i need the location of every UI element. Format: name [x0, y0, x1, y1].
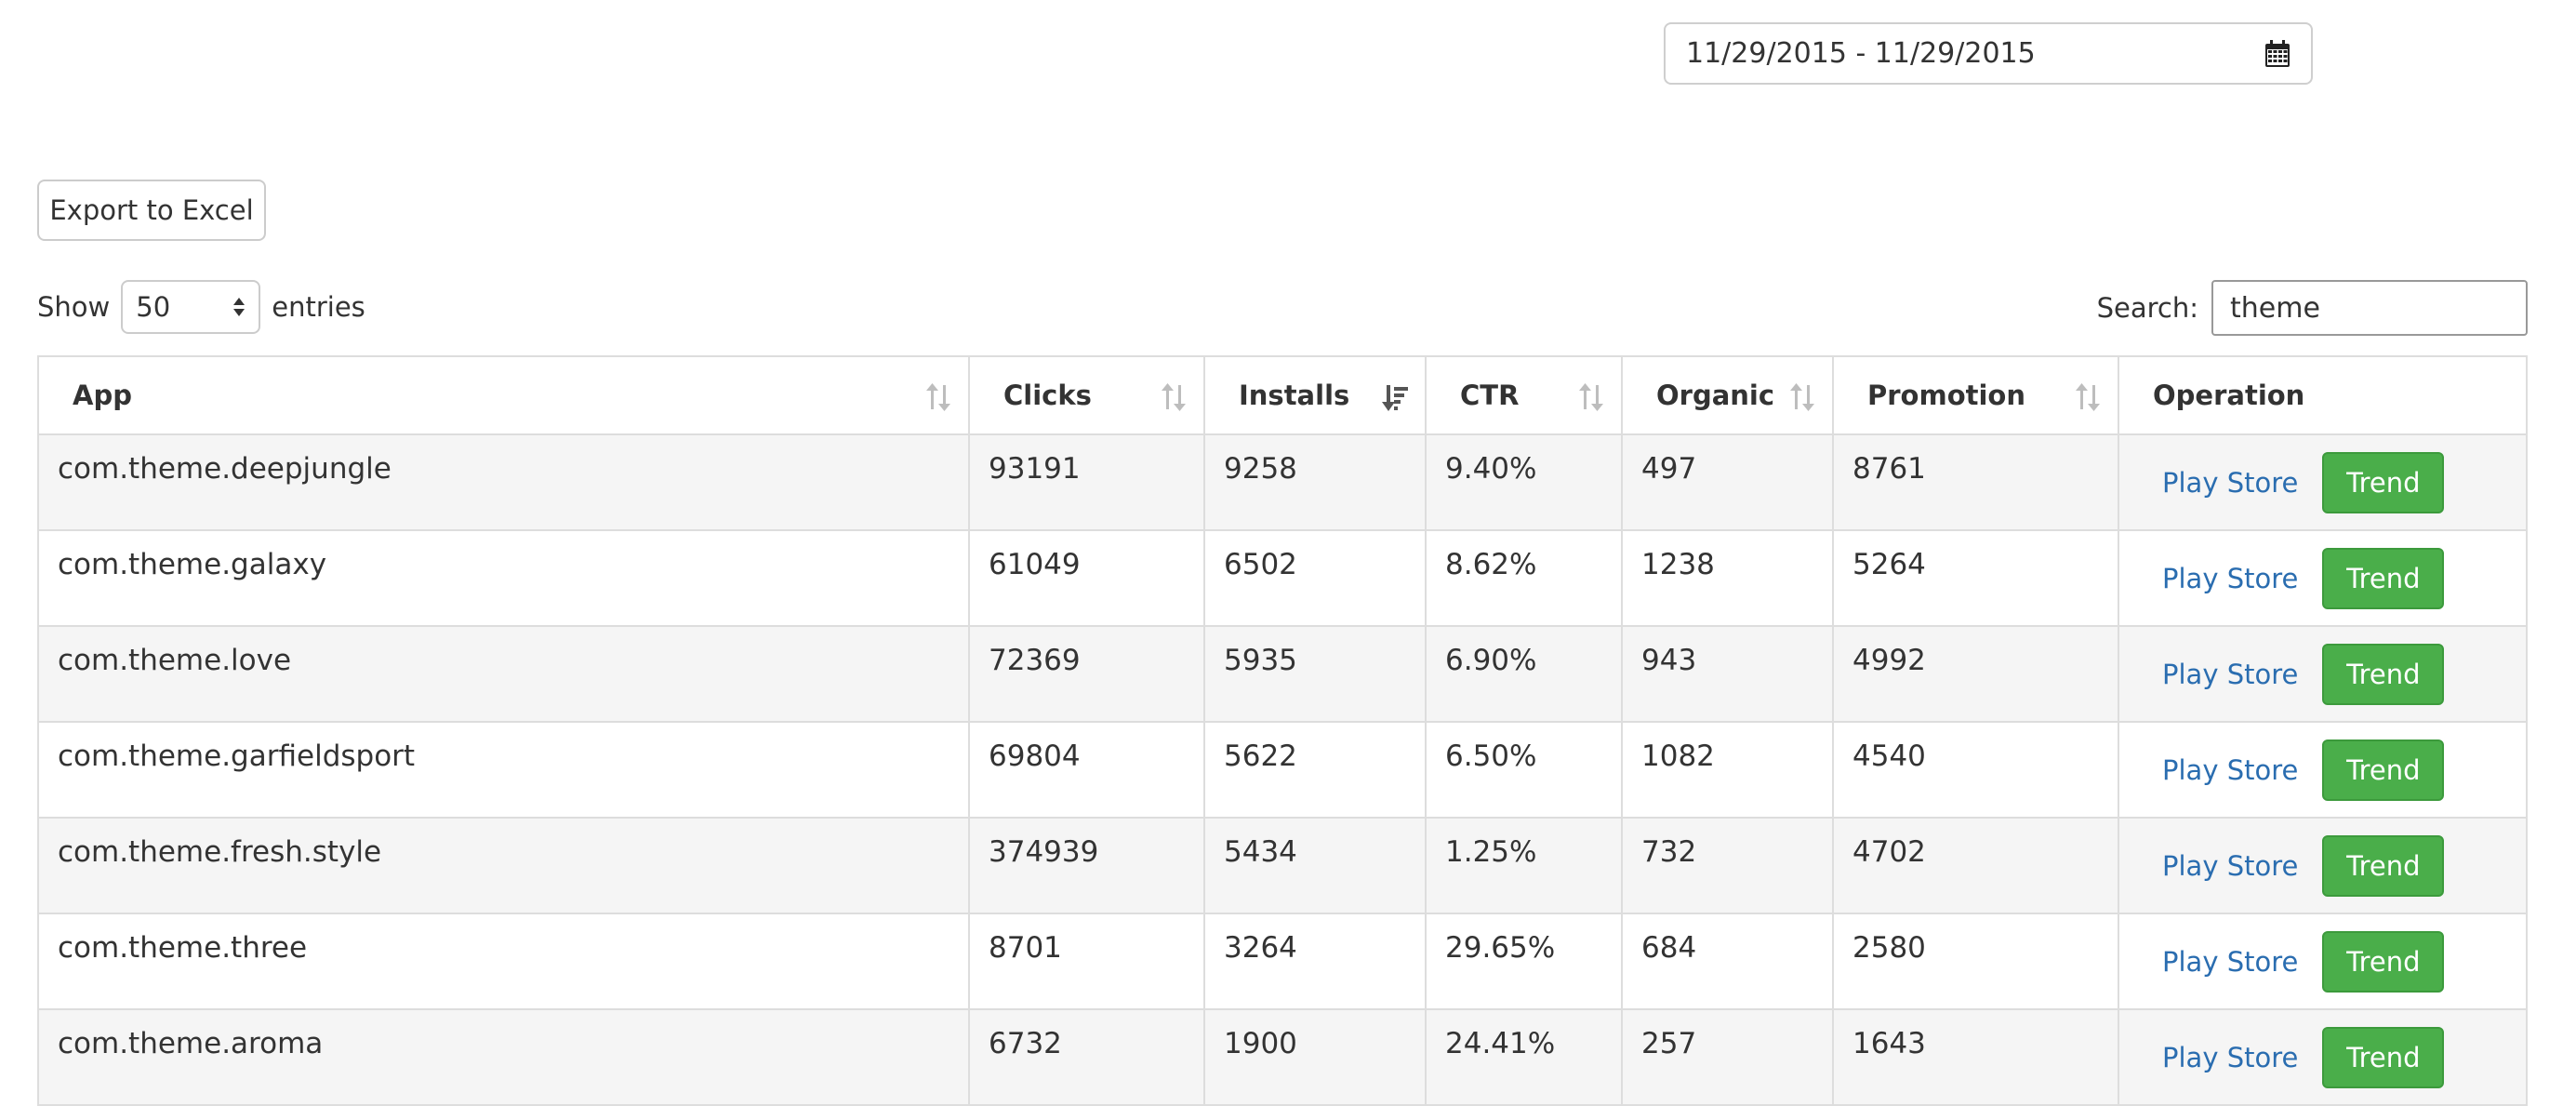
- cell-promotion: 2580: [1832, 913, 2119, 1010]
- cell-organic: 732: [1621, 817, 1834, 914]
- cell-app: com.theme.aroma: [37, 1008, 970, 1106]
- apps-table: App Clicks Installs CTR Organic Promotio…: [37, 355, 2528, 1106]
- cell-operation: Play Store Trend: [2118, 625, 2528, 723]
- cell-ctr: 8.62%: [1425, 529, 1623, 627]
- cell-promotion: 4992: [1832, 625, 2119, 723]
- column-header-organic[interactable]: Organic: [1621, 355, 1834, 435]
- table-row: com.theme.deepjungle 93191 9258 9.40% 49…: [37, 433, 2528, 531]
- play-store-link[interactable]: Play Store: [2138, 850, 2298, 882]
- cell-promotion: 1643: [1832, 1008, 2119, 1106]
- cell-app: com.theme.garfieldsport: [37, 721, 970, 819]
- trend-button[interactable]: Trend: [2322, 740, 2445, 801]
- play-store-link[interactable]: Play Store: [2138, 946, 2298, 978]
- trend-button[interactable]: Trend: [2322, 1027, 2445, 1088]
- cell-promotion: 5264: [1832, 529, 2119, 627]
- trend-button[interactable]: Trend: [2322, 835, 2445, 897]
- entries-length-control: Show 50 entries: [37, 279, 365, 335]
- date-range-value: 11/29/2015 - 11/29/2015: [1686, 37, 2036, 70]
- cell-organic: 684: [1621, 913, 1834, 1010]
- cell-clicks: 72369: [968, 625, 1205, 723]
- cell-operation: Play Store Trend: [2118, 529, 2528, 627]
- column-header-app[interactable]: App: [37, 355, 970, 435]
- cell-promotion: 4540: [1832, 721, 2119, 819]
- cell-organic: 943: [1621, 625, 1834, 723]
- table-header-row: App Clicks Installs CTR Organic Promotio…: [37, 355, 2528, 435]
- table-row: com.theme.galaxy 61049 6502 8.62% 1238 5…: [37, 529, 2528, 627]
- cell-clicks: 8701: [968, 913, 1205, 1010]
- table-row: com.theme.garfieldsport 69804 5622 6.50%…: [37, 721, 2528, 819]
- cell-clicks: 61049: [968, 529, 1205, 627]
- sort-both-icon: [926, 383, 950, 411]
- cell-ctr: 9.40%: [1425, 433, 1623, 531]
- cell-clicks: 93191: [968, 433, 1205, 531]
- cell-ctr: 1.25%: [1425, 817, 1623, 914]
- export-to-excel-button[interactable]: Export to Excel: [37, 180, 266, 241]
- cell-installs: 5622: [1203, 721, 1427, 819]
- cell-ctr: 24.41%: [1425, 1008, 1623, 1106]
- column-header-clicks[interactable]: Clicks: [968, 355, 1205, 435]
- table-row: com.theme.aroma 6732 1900 24.41% 257 164…: [37, 1008, 2528, 1106]
- cell-ctr: 6.50%: [1425, 721, 1623, 819]
- show-label: Show: [37, 291, 111, 323]
- table-row: com.theme.fresh.style 374939 5434 1.25% …: [37, 817, 2528, 914]
- cell-installs: 6502: [1203, 529, 1427, 627]
- search-input[interactable]: [2211, 280, 2528, 336]
- trend-button[interactable]: Trend: [2322, 548, 2445, 609]
- cell-organic: 497: [1621, 433, 1834, 531]
- sort-both-icon: [1579, 383, 1603, 411]
- play-store-link[interactable]: Play Store: [2138, 659, 2298, 690]
- search-control: Search:: [2097, 279, 2528, 337]
- cell-clicks: 6732: [968, 1008, 1205, 1106]
- column-header-operation: Operation: [2118, 355, 2528, 435]
- cell-app: com.theme.love: [37, 625, 970, 723]
- sort-both-icon: [1790, 383, 1814, 411]
- cell-installs: 1900: [1203, 1008, 1427, 1106]
- trend-button[interactable]: Trend: [2322, 644, 2445, 705]
- table-row: com.theme.three 8701 3264 29.65% 684 258…: [37, 913, 2528, 1010]
- calendar-icon[interactable]: [2264, 39, 2291, 68]
- cell-app: com.theme.galaxy: [37, 529, 970, 627]
- column-header-installs[interactable]: Installs: [1203, 355, 1427, 435]
- cell-organic: 1238: [1621, 529, 1834, 627]
- cell-clicks: 69804: [968, 721, 1205, 819]
- sort-both-icon: [1162, 383, 1186, 411]
- cell-ctr: 29.65%: [1425, 913, 1623, 1010]
- cell-promotion: 8761: [1832, 433, 2119, 531]
- cell-clicks: 374939: [968, 817, 1205, 914]
- cell-installs: 5935: [1203, 625, 1427, 723]
- cell-app: com.theme.fresh.style: [37, 817, 970, 914]
- cell-operation: Play Store Trend: [2118, 817, 2528, 914]
- cell-app: com.theme.deepjungle: [37, 433, 970, 531]
- trend-button[interactable]: Trend: [2322, 931, 2445, 993]
- cell-organic: 257: [1621, 1008, 1834, 1106]
- play-store-link[interactable]: Play Store: [2138, 754, 2298, 786]
- sort-both-icon: [2076, 383, 2100, 411]
- cell-installs: 5434: [1203, 817, 1427, 914]
- column-header-promotion[interactable]: Promotion: [1832, 355, 2119, 435]
- cell-operation: Play Store Trend: [2118, 433, 2528, 531]
- cell-installs: 3264: [1203, 913, 1427, 1010]
- cell-ctr: 6.90%: [1425, 625, 1623, 723]
- cell-installs: 9258: [1203, 433, 1427, 531]
- play-store-link[interactable]: Play Store: [2138, 1042, 2298, 1073]
- entries-per-page-select[interactable]: 50: [121, 280, 261, 334]
- column-header-ctr[interactable]: CTR: [1425, 355, 1623, 435]
- select-arrows-icon: [233, 298, 246, 316]
- date-range-picker[interactable]: 11/29/2015 - 11/29/2015: [1664, 22, 2313, 85]
- trend-button[interactable]: Trend: [2322, 452, 2445, 513]
- cell-app: com.theme.three: [37, 913, 970, 1010]
- cell-organic: 1082: [1621, 721, 1834, 819]
- table-row: com.theme.love 72369 5935 6.90% 943 4992…: [37, 625, 2528, 723]
- entries-label: entries: [272, 291, 365, 323]
- play-store-link[interactable]: Play Store: [2138, 467, 2298, 499]
- cell-operation: Play Store Trend: [2118, 1008, 2528, 1106]
- play-store-link[interactable]: Play Store: [2138, 563, 2298, 594]
- search-label: Search:: [2096, 292, 2198, 324]
- sort-descending-icon: [1382, 385, 1408, 411]
- cell-promotion: 4702: [1832, 817, 2119, 914]
- cell-operation: Play Store Trend: [2118, 721, 2528, 819]
- cell-operation: Play Store Trend: [2118, 913, 2528, 1010]
- entries-per-page-value: 50: [136, 291, 171, 323]
